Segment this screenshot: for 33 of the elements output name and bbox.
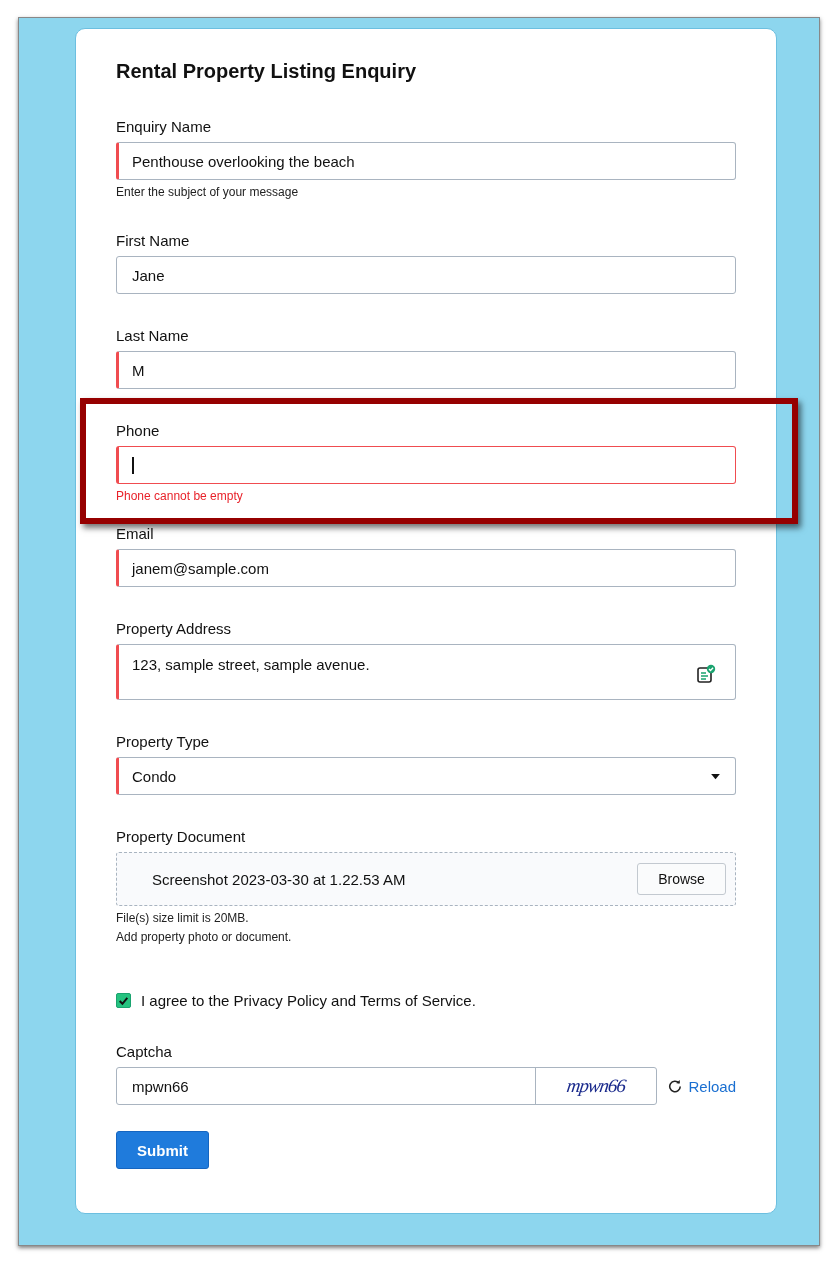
field-label: Phone <box>116 422 161 440</box>
field-label: Property Document <box>116 828 247 846</box>
help-text: Enter the subject of your message <box>116 185 300 199</box>
reload-link[interactable]: Reload <box>688 1077 736 1095</box>
input-field[interactable]: janem@sample.com <box>116 549 736 587</box>
input-field[interactable]: M <box>116 351 736 389</box>
error-message: Phone cannot be empty <box>116 489 244 503</box>
agreement-label: I agree to the Privacy Policy and Terms of Service. <box>141 992 476 1009</box>
field-label: Property Address <box>116 620 233 638</box>
field-label: Captcha <box>116 1043 173 1061</box>
checked-note-icon <box>696 664 716 684</box>
reload-icon[interactable] <box>668 1079 683 1093</box>
checkbox[interactable] <box>116 993 131 1008</box>
field-label: Enquiry Name <box>116 118 213 136</box>
text-area[interactable]: 123, sample street, sample avenue. <box>116 644 736 700</box>
input-field[interactable] <box>116 446 736 484</box>
captcha-input[interactable]: mpwn66 <box>117 1068 537 1104</box>
captcha-image: mpwn66 <box>564 1074 629 1098</box>
field-label: First Name <box>116 232 191 250</box>
field-label: Email <box>116 525 155 543</box>
help-text: File(s) size limit is 20MB. <box>116 911 250 925</box>
submit-button[interactable]: Submit <box>116 1131 209 1169</box>
dropdown-caret-icon <box>710 772 721 780</box>
select-field[interactable]: Condo <box>116 757 736 795</box>
file-upload-field[interactable]: Screenshot 2023-03-30 at 1.22.53 AM Browse <box>116 852 736 906</box>
input-field[interactable]: Jane <box>116 256 736 294</box>
form-title: Rental Property Listing Enquiry <box>116 59 418 84</box>
input-field[interactable]: Penthouse overlooking the beach <box>116 142 736 180</box>
browse-button[interactable]: Browse <box>637 863 726 895</box>
file-name: Screenshot 2023-03-30 at 1.22.53 AM <box>152 870 406 888</box>
field-label: Last Name <box>116 327 190 345</box>
help-text: Add property photo or document. <box>116 930 293 944</box>
field-label: Property Type <box>116 733 211 751</box>
